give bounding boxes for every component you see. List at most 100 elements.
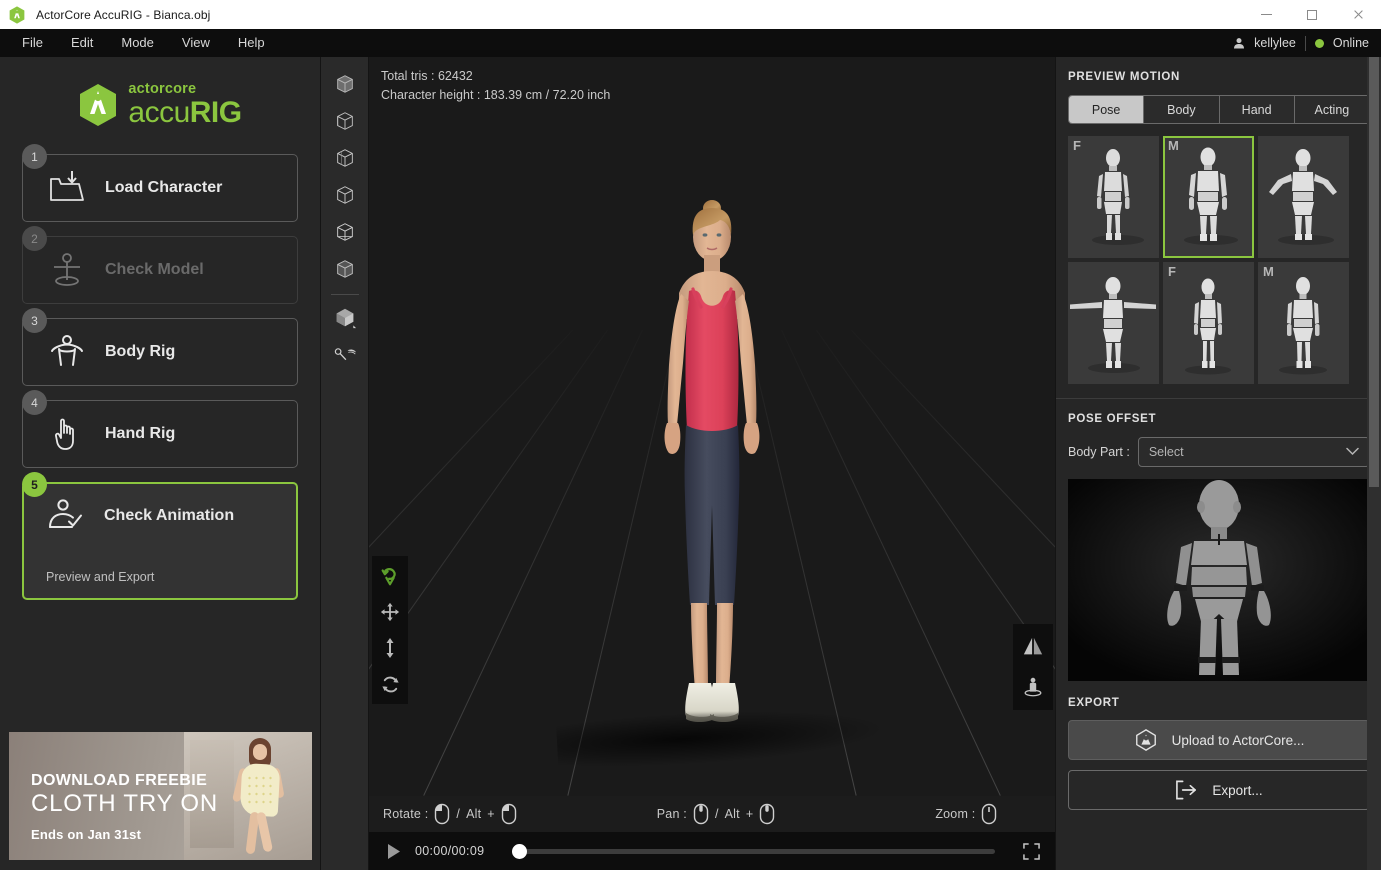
orbit-tool-button[interactable] bbox=[375, 563, 405, 589]
viewport-3d-canvas[interactable]: Total tris : 62432 Character height : 18… bbox=[369, 57, 1055, 796]
view-mode-3-icon bbox=[336, 148, 353, 167]
brand-logo: actorcore accuRIG bbox=[0, 82, 320, 128]
close-icon bbox=[1353, 9, 1364, 20]
pose-thumbnail[interactable]: M bbox=[1163, 136, 1254, 258]
step-hand-rig[interactable]: 4 Hand Rig bbox=[22, 390, 298, 469]
view-mode-2-button[interactable] bbox=[326, 102, 364, 139]
hint-rotate-separator: / bbox=[456, 807, 461, 821]
viewport-stats: Total tris : 62432 Character height : 18… bbox=[381, 67, 610, 106]
left-button-mouse-icon bbox=[501, 803, 516, 825]
middle-button-mouse-icon bbox=[760, 803, 775, 825]
lighting-icon bbox=[334, 347, 356, 360]
view-mode-3-button[interactable] bbox=[326, 139, 364, 176]
promo-banner[interactable]: DOWNLOAD FREEBIE CLOTH TRY ON Ends on Ja… bbox=[9, 732, 312, 860]
body-part-select-value: Select bbox=[1148, 445, 1184, 459]
move-tool-button[interactable] bbox=[375, 599, 405, 625]
view-mode-4-button[interactable] bbox=[326, 176, 364, 213]
mannequin-figure-icon bbox=[1279, 277, 1327, 375]
fullscreen-button[interactable] bbox=[1011, 832, 1051, 870]
minimize-button[interactable] bbox=[1243, 0, 1289, 29]
accurig-logo-icon bbox=[9, 5, 25, 24]
mannequin-figure-icon bbox=[1184, 147, 1238, 245]
body-rig-icon bbox=[51, 335, 83, 367]
promo-line-3: Ends on Jan 31st bbox=[31, 826, 142, 842]
view-mode-1-icon bbox=[336, 74, 353, 93]
step-4-label: Hand Rig bbox=[105, 425, 176, 443]
view-mode-1-button[interactable] bbox=[326, 65, 364, 102]
tab-hand[interactable]: Hand bbox=[1219, 96, 1295, 123]
maximize-button[interactable] bbox=[1289, 0, 1335, 29]
view-mode-4-icon bbox=[336, 185, 353, 204]
lighting-button[interactable] bbox=[326, 336, 364, 373]
brand-actorcore: actorcore bbox=[128, 81, 197, 97]
step-4-badge: 4 bbox=[22, 390, 47, 416]
pose-thumbnail[interactable]: M bbox=[1258, 262, 1349, 384]
character-model[interactable] bbox=[555, 197, 889, 772]
check-animation-icon bbox=[49, 499, 82, 529]
step-5-badge: 5 bbox=[22, 472, 47, 498]
pose-thumbnail[interactable] bbox=[1068, 262, 1159, 384]
body-part-select[interactable]: Select bbox=[1137, 437, 1370, 467]
playback-track-rail bbox=[517, 848, 995, 854]
step-5-label: Check Animation bbox=[104, 507, 235, 525]
solid-cube-button[interactable] bbox=[326, 299, 364, 336]
right-panel-scrollbar-thumb[interactable] bbox=[1369, 57, 1379, 487]
character-figure bbox=[664, 200, 760, 722]
step-check-animation[interactable]: 5 Check Animation Preview and Export bbox=[22, 472, 298, 601]
step-5-sublabel: Preview and Export bbox=[46, 570, 155, 585]
step-1-label: Load Character bbox=[105, 179, 223, 197]
pose-offset-preview[interactable] bbox=[1068, 479, 1370, 681]
upload-to-actorcore-button[interactable]: Upload to ActorCore... bbox=[1068, 720, 1370, 760]
workflow-steps: 1 Load Character 2 Check Model 3 Body Ri… bbox=[0, 144, 320, 614]
menu-mode[interactable]: Mode bbox=[107, 29, 168, 57]
view-mode-2-icon bbox=[336, 111, 353, 130]
promo-text: DOWNLOAD FREEBIE CLOTH TRY ON Ends on Ja… bbox=[31, 772, 218, 842]
play-button[interactable] bbox=[377, 832, 411, 870]
move-tool-icon bbox=[380, 602, 400, 622]
tab-acting[interactable]: Acting bbox=[1294, 96, 1369, 123]
pose-thumbnail-badge: M bbox=[1168, 138, 1179, 153]
hint-rotate: Rotate : / Alt + bbox=[383, 803, 517, 825]
rotate-tool-button[interactable] bbox=[375, 671, 405, 697]
step-load-character[interactable]: 1 Load Character bbox=[22, 144, 298, 223]
right-panel-scrollbar[interactable] bbox=[1367, 57, 1381, 870]
fullscreen-icon bbox=[1022, 842, 1040, 860]
step-1-badge: 1 bbox=[22, 144, 47, 170]
playback-bar: 00:00/00:09 bbox=[369, 832, 1055, 870]
tab-pose[interactable]: Pose bbox=[1069, 96, 1145, 123]
hint-pan-label: Pan : bbox=[656, 807, 687, 821]
menu-bar: File Edit Mode View Help kellylee Online bbox=[0, 29, 1381, 57]
solid-cube-icon bbox=[336, 308, 356, 328]
height-tool-button[interactable] bbox=[375, 635, 405, 661]
pose-thumbnail-grid: F M F M bbox=[1068, 136, 1360, 384]
mannequin-figure-icon bbox=[1070, 277, 1156, 373]
brand-accurig: accuRIG bbox=[128, 97, 242, 129]
view-mode-5-button[interactable] bbox=[326, 213, 364, 250]
ground-character-button[interactable] bbox=[1017, 672, 1049, 702]
pose-thumbnail[interactable]: F bbox=[1163, 262, 1254, 384]
export-button[interactable]: Export... bbox=[1068, 770, 1370, 810]
hint-rotate-plus: + bbox=[487, 807, 495, 821]
mirror-button[interactable] bbox=[1017, 632, 1049, 662]
menu-view[interactable]: View bbox=[168, 29, 224, 57]
hint-pan: Pan : / Alt + bbox=[657, 803, 776, 825]
view-mode-6-button[interactable] bbox=[326, 250, 364, 287]
tab-body[interactable]: Body bbox=[1144, 96, 1220, 123]
menu-edit[interactable]: Edit bbox=[57, 29, 107, 57]
playback-track[interactable] bbox=[507, 832, 1001, 870]
pose-thumbnail-badge: F bbox=[1168, 264, 1176, 279]
user-name[interactable]: kellylee bbox=[1254, 36, 1296, 50]
pose-offset-mannequin-icon bbox=[1068, 479, 1370, 681]
menu-file[interactable]: File bbox=[8, 29, 57, 57]
pose-thumbnail[interactable]: F bbox=[1068, 136, 1159, 258]
right-panel: PREVIEW MOTION Pose Body Hand Acting F M… bbox=[1055, 57, 1381, 870]
preview-motion-title: PREVIEW MOTION bbox=[1068, 71, 1181, 83]
close-button[interactable] bbox=[1335, 0, 1381, 29]
playback-scrubber-thumb[interactable] bbox=[512, 843, 527, 859]
promo-line-1: DOWNLOAD FREEBIE bbox=[31, 772, 208, 789]
pose-thumbnail[interactable] bbox=[1258, 136, 1349, 258]
step-body-rig[interactable]: 3 Body Rig bbox=[22, 308, 298, 387]
menu-help[interactable]: Help bbox=[224, 29, 279, 57]
promo-model-figure bbox=[232, 738, 288, 858]
export-buttons: Upload to ActorCore... Export... bbox=[1068, 720, 1370, 810]
